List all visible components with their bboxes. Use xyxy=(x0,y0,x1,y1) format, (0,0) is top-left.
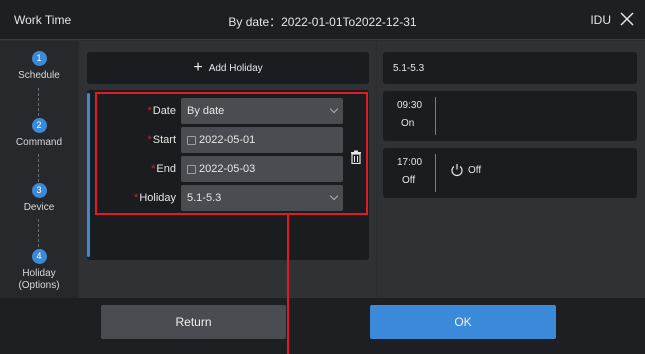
required-mark: * xyxy=(147,134,152,146)
event-action: On xyxy=(401,118,415,129)
end-row: *End 2022-05-03 xyxy=(87,156,369,182)
chevron-down-icon xyxy=(329,104,339,114)
step-rail: 1 Schedule 2 Command 3 Device 4 Holiday … xyxy=(0,41,78,298)
power-icon xyxy=(451,164,463,177)
event-command: Off xyxy=(468,165,482,176)
holiday-name: 5.1-5.3 xyxy=(393,63,425,74)
holiday-select[interactable]: 5.1-5.3 xyxy=(181,185,343,211)
add-holiday-button[interactable]: + Add Holiday xyxy=(87,52,369,84)
holiday-value: 5.1-5.3 xyxy=(187,192,222,204)
device-type-label: IDU xyxy=(590,13,611,27)
event-action: Off xyxy=(402,175,416,186)
start-row: *Start 2022-05-01 xyxy=(87,127,369,153)
step-command[interactable]: 2 Command xyxy=(0,118,78,149)
event-divider xyxy=(435,154,436,192)
date-type-value: By date xyxy=(187,105,225,117)
step-device[interactable]: 3 Device xyxy=(0,183,78,214)
date-label: *Date xyxy=(147,105,176,117)
end-date-value: 2022-05-03 xyxy=(199,163,256,175)
end-label: *End xyxy=(151,163,176,175)
start-date-field[interactable]: 2022-05-01 xyxy=(181,127,343,153)
holiday-label: *Holiday xyxy=(134,192,176,204)
holiday-entry-card: *Date By date *Start 2022-05-01 *End 202… xyxy=(87,90,369,260)
add-holiday-label: Add Holiday xyxy=(208,62,263,74)
step-number: 4 xyxy=(31,249,47,264)
date-type-select[interactable]: By date xyxy=(181,98,343,124)
plus-icon: + xyxy=(193,59,203,76)
event-divider xyxy=(435,97,436,135)
event-card[interactable]: 17:00 Off Off xyxy=(383,148,637,198)
event-card[interactable]: 09:30 On xyxy=(383,91,637,141)
step-number: 1 xyxy=(31,51,47,66)
step-connector xyxy=(38,219,39,247)
event-time: 09:30 xyxy=(397,100,423,111)
event-time: 17:00 xyxy=(397,157,423,168)
annotation-pointer-line xyxy=(287,215,289,354)
date-range-text: By date：2022-01-01To2022-12-31 xyxy=(228,15,417,29)
holiday-detail-panel: 5.1-5.3 09:30 On 17:00 Off Off xyxy=(377,41,645,298)
trash-icon[interactable] xyxy=(350,150,362,164)
start-date-value: 2022-05-01 xyxy=(199,134,256,146)
step-connector xyxy=(38,154,39,182)
step-schedule[interactable]: 1 Schedule xyxy=(0,51,78,82)
close-icon[interactable] xyxy=(619,11,635,27)
end-date-field[interactable]: 2022-05-03 xyxy=(181,156,343,182)
holiday-name-box: 5.1-5.3 xyxy=(383,52,637,84)
return-button[interactable]: Return xyxy=(101,305,286,339)
calendar-icon xyxy=(187,164,196,174)
holiday-row: *Holiday 5.1-5.3 xyxy=(87,185,369,211)
step-connector xyxy=(38,88,39,116)
start-label: *Start xyxy=(147,134,176,146)
required-mark: * xyxy=(151,163,156,175)
footer-bar: Return OK xyxy=(0,298,645,354)
chevron-down-icon xyxy=(329,191,339,201)
required-mark: * xyxy=(147,105,152,117)
holiday-list-panel: + Add Holiday *Date By date *Start 2022-… xyxy=(80,41,376,298)
step-label: Holiday (Options) xyxy=(18,268,60,291)
required-mark: * xyxy=(134,192,139,204)
header-bar: Work Time By date：2022-01-01To2022-12-31… xyxy=(0,0,645,40)
step-number: 3 xyxy=(31,183,47,198)
date-row: *Date By date xyxy=(87,98,369,124)
step-holiday[interactable]: 4 Holiday (Options) xyxy=(0,249,78,292)
ok-button[interactable]: OK xyxy=(370,305,556,339)
step-label: Device xyxy=(23,202,55,213)
step-label: Schedule xyxy=(18,70,60,81)
step-label: Command xyxy=(15,137,63,148)
calendar-icon xyxy=(187,135,196,145)
screen: Work Time By date：2022-01-01To2022-12-31… xyxy=(0,0,645,354)
step-number: 2 xyxy=(31,118,47,133)
